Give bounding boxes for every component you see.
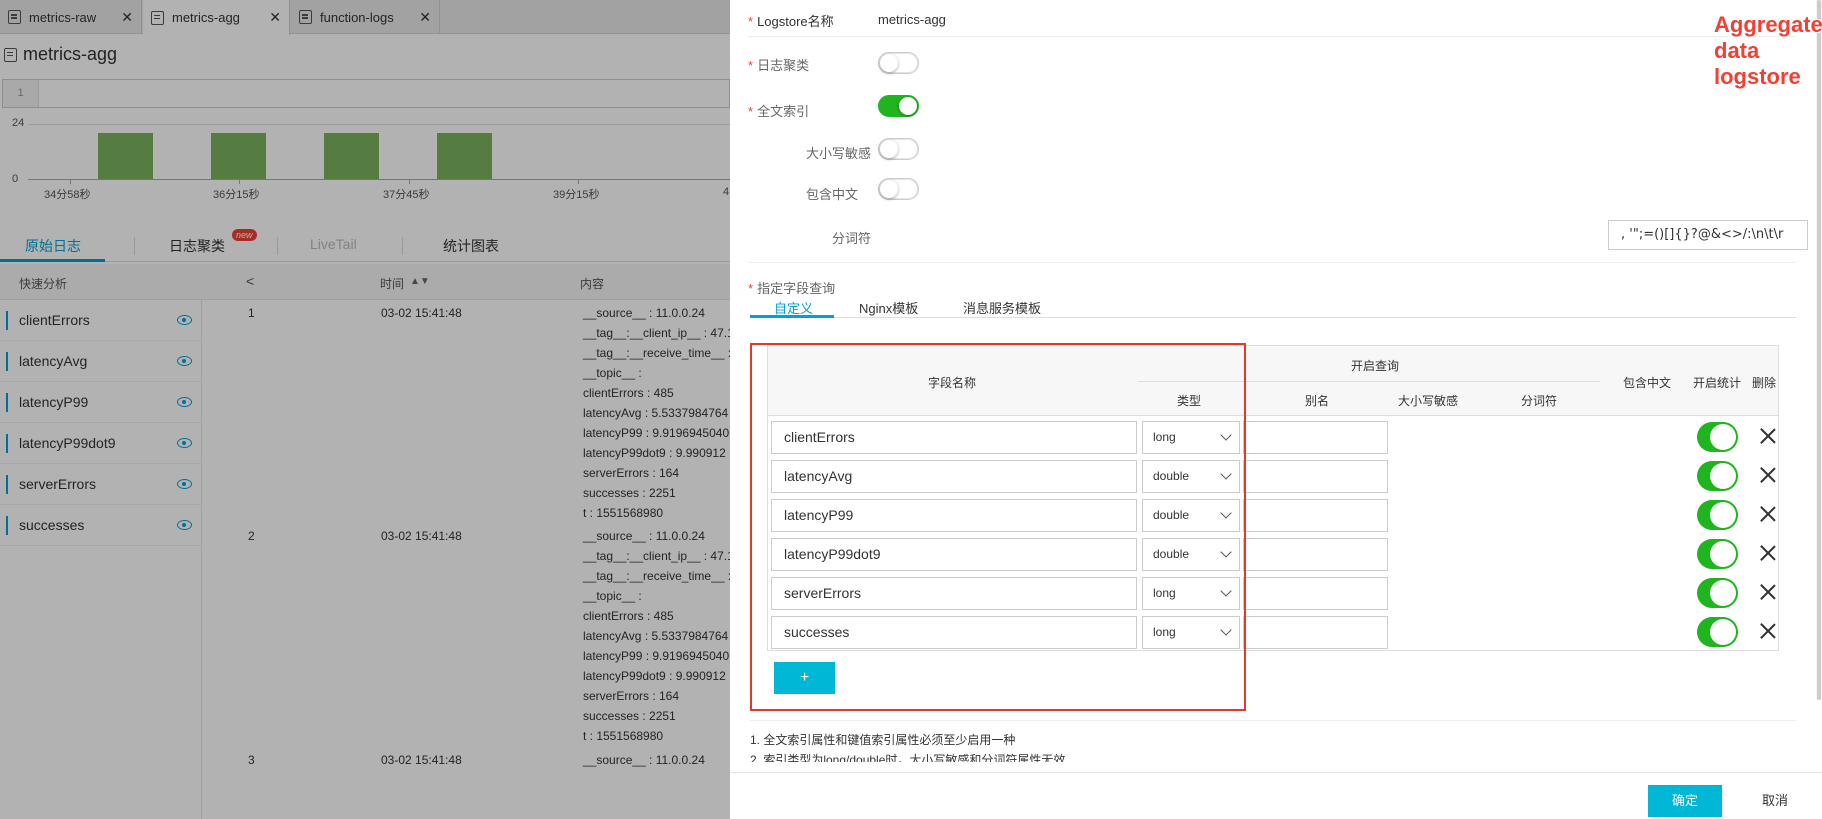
field-name-input[interactable]: clientErrors: [771, 421, 1137, 454]
chinese-row: 包含中文: [748, 177, 1796, 211]
delimiter-header: 分词符: [1521, 394, 1558, 408]
field-type-select[interactable]: double: [1142, 499, 1240, 532]
close-icon[interactable]: [1760, 584, 1776, 600]
alias-input[interactable]: [1243, 421, 1388, 454]
field-row: clientErrors long: [768, 418, 1778, 457]
enable-query-header: 开启查询: [1351, 359, 1400, 373]
field-type-value: long: [1153, 430, 1176, 444]
field-row: latencyP99dot9 double: [768, 535, 1778, 574]
log-cluster-row: * 日志聚类: [748, 48, 1796, 82]
field-type-value: double: [1153, 508, 1190, 522]
stats-toggle[interactable]: [1697, 461, 1738, 491]
field-table-header: 字段名称 开启查询 类型 别名 大小写敏感 分词符 包含中文 开启统计 删除: [768, 346, 1778, 416]
field-name-input[interactable]: latencyP99dot9: [771, 538, 1137, 571]
alias-input[interactable]: [1243, 499, 1388, 532]
scrollbar[interactable]: [1816, 0, 1822, 700]
stats-toggle[interactable]: [1697, 617, 1738, 647]
field-row: serverErrors long: [768, 574, 1778, 613]
field-name-input[interactable]: serverErrors: [771, 577, 1137, 610]
modal-overlay[interactable]: [0, 0, 730, 819]
chinese-label: 包含中文: [806, 187, 859, 202]
field-index-table: 字段名称 开启查询 类型 别名 大小写敏感 分词符 包含中文 开启统计 删除 c…: [767, 345, 1779, 651]
delete-header: 删除: [1752, 376, 1777, 390]
tab-nginx-template[interactable]: Nginx模板: [859, 298, 918, 317]
fulltext-row: * 全文索引: [748, 94, 1796, 128]
drawer-footer: 确定 取消: [730, 772, 1822, 819]
chevron-down-icon: [1220, 507, 1232, 519]
close-icon[interactable]: [1760, 428, 1776, 444]
close-icon[interactable]: [1760, 545, 1776, 561]
stats-header: 开启统计: [1693, 376, 1742, 390]
close-icon[interactable]: [1760, 506, 1776, 522]
tab-mns-template[interactable]: 消息服务模板: [963, 298, 1041, 317]
field-row: successes long: [768, 613, 1778, 652]
stats-toggle[interactable]: [1697, 578, 1738, 608]
chinese-toggle[interactable]: [878, 178, 919, 200]
stats-toggle[interactable]: [1697, 500, 1738, 530]
field-type-value: long: [1153, 586, 1176, 600]
chevron-down-icon: [1220, 624, 1232, 636]
field-query-row: * 指定字段查询: [748, 281, 836, 296]
fulltext-toggle[interactable]: [878, 95, 919, 117]
add-field-button[interactable]: +: [774, 662, 835, 694]
field-name-input[interactable]: latencyP99: [771, 499, 1137, 532]
chevron-down-icon: [1220, 468, 1232, 480]
alias-input[interactable]: [1243, 538, 1388, 571]
type-header: 类型: [1177, 394, 1202, 408]
template-tab-bar: 自定义 Nginx模板 消息服务模板: [750, 296, 1796, 318]
field-query-label: 指定字段查询: [757, 281, 836, 296]
field-name-input[interactable]: latencyAvg: [771, 460, 1137, 493]
field-type-value: double: [1153, 547, 1190, 561]
field-type-value: double: [1153, 469, 1190, 483]
cancel-button[interactable]: 取消: [1738, 785, 1812, 817]
close-icon[interactable]: [1760, 467, 1776, 483]
case-sensitive-toggle[interactable]: [878, 138, 919, 160]
delimiter-label: 分词符: [832, 231, 872, 246]
field-row: latencyAvg double: [768, 457, 1778, 496]
case-sensitive-label: 大小写敏感: [806, 146, 872, 161]
chevron-down-icon: [1220, 546, 1232, 558]
case-sensitive-row: 大小写敏感: [748, 136, 1796, 170]
alias-header: 别名: [1305, 394, 1330, 408]
field-type-select[interactable]: long: [1142, 616, 1240, 649]
fulltext-label: 全文索引: [757, 104, 810, 119]
field-name-header: 字段名称: [928, 376, 977, 390]
alias-input[interactable]: [1243, 460, 1388, 493]
field-type-value: long: [1153, 625, 1176, 639]
annotation-label: Aggregated data logstore: [1714, 12, 1822, 89]
chinese-header: 包含中文: [1623, 376, 1672, 390]
stats-toggle[interactable]: [1697, 422, 1738, 452]
confirm-button[interactable]: 确定: [1648, 785, 1722, 817]
field-type-select[interactable]: long: [1142, 577, 1240, 610]
field-type-select[interactable]: long: [1142, 421, 1240, 454]
background-app: metrics-raw ✕ metrics-agg ✕ function-log…: [0, 0, 730, 819]
logstore-name-value: metrics-agg: [878, 12, 946, 27]
close-icon[interactable]: [1760, 623, 1776, 639]
log-cluster-label: 日志聚类: [757, 58, 810, 73]
field-type-select[interactable]: double: [1142, 538, 1240, 571]
stats-toggle[interactable]: [1697, 539, 1738, 569]
chevron-down-icon: [1220, 585, 1232, 597]
log-cluster-toggle[interactable]: [878, 52, 919, 74]
logstore-name-row: * Logstore名称 metrics-agg: [748, 0, 1796, 37]
case-sensitive-header: 大小写敏感: [1398, 394, 1459, 408]
field-row: latencyP99 double: [768, 496, 1778, 535]
note-2: 2. 索引类型为long/double时，大小写敏感和分词符属性无效: [750, 753, 1066, 762]
delimiter-input[interactable]: , '";=()[]{}?@&<>/:\n\t\r: [1608, 220, 1808, 250]
logstore-name-label: Logstore名称: [757, 14, 834, 29]
field-name-input[interactable]: successes: [771, 616, 1137, 649]
note-1: 1. 全文索引属性和键值索引属性必须至少启用一种: [750, 733, 1016, 747]
alias-input[interactable]: [1243, 577, 1388, 610]
alias-input[interactable]: [1243, 616, 1388, 649]
field-type-select[interactable]: double: [1142, 460, 1240, 493]
chevron-down-icon: [1220, 429, 1232, 441]
